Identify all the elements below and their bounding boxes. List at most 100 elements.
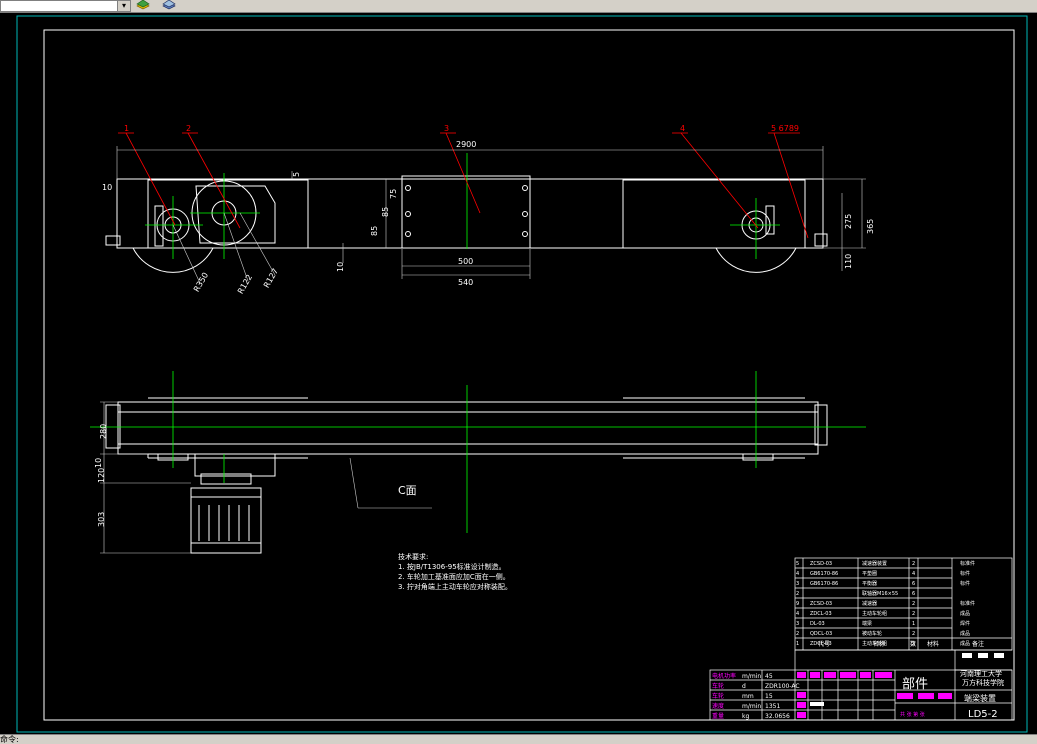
dim-75: 75 bbox=[389, 189, 398, 199]
bom-qty: 1 bbox=[912, 621, 915, 627]
param-rows: 电机功率 m/min 45 车轮 d ZDR100-AC 车轮 mm 15 速度 m/min 1351… bbox=[712, 672, 800, 720]
bom-no: 3 bbox=[796, 621, 799, 627]
bom-no: 3 bbox=[796, 581, 799, 587]
bom-header-code: 代号 bbox=[818, 640, 830, 648]
part-label-5: 5 6789 bbox=[771, 124, 799, 133]
toolbar: ▾ bbox=[0, 0, 1037, 13]
bom-code: GB6170-86 bbox=[810, 581, 838, 587]
bom-header-material: 材料 bbox=[927, 640, 939, 648]
bom-header-qty: 数 bbox=[910, 640, 916, 648]
bom-name: 端梁 bbox=[862, 620, 872, 627]
note-2: 2. 车轮加工基准面应加C面在一侧。 bbox=[398, 572, 510, 581]
bom-code: DL-03 bbox=[810, 621, 825, 627]
dim-500: 500 bbox=[458, 257, 473, 266]
bom-header-note: 备注 bbox=[972, 640, 984, 648]
part-label-4: 4 bbox=[680, 124, 685, 133]
section-leader bbox=[349, 457, 432, 509]
param-unit: d bbox=[742, 683, 746, 690]
param-label: 车轮 bbox=[712, 692, 724, 700]
sheet-count: 共 张 第 张 bbox=[900, 711, 925, 718]
dim-85b: 85 bbox=[381, 207, 390, 217]
dim-365: 365 bbox=[866, 219, 875, 234]
param-unit: m/min bbox=[742, 703, 761, 710]
bom-code: QDCL-03 bbox=[810, 631, 832, 637]
dim-280: 280 bbox=[99, 424, 108, 439]
dim-10-mid: 10 bbox=[336, 262, 345, 272]
bom-no: 4 bbox=[796, 571, 799, 577]
bom-code: ZCSD-03 bbox=[810, 601, 832, 607]
bom-note: 标准件 bbox=[960, 560, 975, 567]
dim-r127: R127 bbox=[262, 267, 280, 290]
bom-rows: 5 ZCSD-03 减速器装置 2 标准件 4 GB6170-86 平垫圈 4 标件 3 GB6170… bbox=[796, 560, 975, 647]
dim-r350: R350 bbox=[192, 271, 210, 294]
param-value: 1351 bbox=[765, 703, 780, 710]
dim-10: 10 bbox=[94, 458, 103, 468]
bom-qty: 2 bbox=[912, 561, 915, 567]
param-label: 车轮 bbox=[712, 682, 724, 690]
layer-properties-icon[interactable] bbox=[162, 0, 176, 10]
param-unit: kg bbox=[742, 713, 749, 720]
dim-540: 540 bbox=[458, 278, 473, 287]
param-value: 15 bbox=[765, 693, 773, 700]
bom-note: 标件 bbox=[960, 570, 970, 577]
bom-qty: 2 bbox=[912, 611, 915, 617]
viewport-border bbox=[16, 15, 1028, 733]
dim-275: 275 bbox=[844, 214, 853, 229]
section-label: C面 bbox=[398, 484, 417, 497]
technical-notes: 技术要求: 1. 按JB/T1306-95标准设计制造。 2. 车轮加工基准面应… bbox=[398, 552, 512, 591]
bom-note: 标准件 bbox=[960, 600, 975, 607]
bom-qty: 6 bbox=[912, 581, 915, 587]
param-label: 速度 bbox=[712, 702, 724, 710]
bom-name: 平垫圈 bbox=[862, 570, 877, 577]
bom-code: ZDCL-03 bbox=[810, 611, 832, 617]
bom-qty: 2 bbox=[912, 601, 915, 607]
bom-note: 成品 bbox=[960, 640, 970, 647]
param-value: 45 bbox=[765, 673, 773, 680]
part-name: 端梁装置 bbox=[964, 693, 996, 703]
part-label-group: 1 2 3 4 5 6789 bbox=[124, 124, 799, 133]
layer-icon[interactable] bbox=[136, 0, 150, 10]
param-value: 32.0656 bbox=[765, 713, 790, 720]
bom-no: 1 bbox=[796, 641, 799, 647]
bom-name: 联轴器M16×55 bbox=[862, 590, 898, 597]
bom-qty: 6 bbox=[912, 591, 915, 597]
drawing-number: LD5-2 bbox=[968, 709, 998, 720]
school-name: 河南理工大学 bbox=[960, 669, 1002, 678]
param-label: 电机功率 bbox=[712, 672, 736, 680]
note-1: 1. 按JB/T1306-95标准设计制造。 bbox=[398, 562, 506, 571]
chevron-down-icon[interactable]: ▾ bbox=[117, 0, 131, 12]
param-unit: mm bbox=[742, 693, 754, 700]
drawing-kind: 部件 bbox=[902, 677, 928, 692]
plan-view bbox=[105, 397, 828, 554]
dim-303: 303 bbox=[97, 512, 106, 527]
bom-note: 标件 bbox=[960, 580, 970, 587]
part-label-2: 2 bbox=[186, 124, 191, 133]
dim-5: 5 bbox=[292, 172, 301, 177]
layer-combo[interactable] bbox=[0, 0, 118, 12]
dim-120: 120 bbox=[97, 468, 106, 483]
bom-note: 成品 bbox=[960, 610, 970, 617]
plan-dimension-text: 280 120 10 303 bbox=[94, 424, 108, 527]
dim-2900: 2900 bbox=[456, 140, 476, 149]
bom-no: 9 bbox=[796, 601, 799, 607]
bom-name: 主动车轮组 bbox=[862, 610, 887, 617]
bom-name: 减速器 bbox=[862, 600, 877, 607]
bom-no: 4 bbox=[796, 611, 799, 617]
param-label: 重量 bbox=[712, 712, 724, 720]
plan-dimension-lines bbox=[100, 401, 191, 554]
front-dimension-lines bbox=[116, 146, 866, 279]
param-value: ZDR100-AC bbox=[765, 683, 800, 690]
bom-no: 5 bbox=[796, 561, 799, 567]
bom-no: 2 bbox=[796, 591, 799, 597]
dim-85a: 85 bbox=[370, 226, 379, 236]
bom-qty: 4 bbox=[912, 571, 915, 577]
bom-no: 2 bbox=[796, 631, 799, 637]
bom-name: 减速器装置 bbox=[862, 560, 887, 567]
note-3: 3. 拧对角端上主动车轮应对称装配。 bbox=[398, 582, 512, 591]
dim-r122: R122 bbox=[236, 273, 254, 296]
plan-centerlines bbox=[90, 371, 866, 533]
bom-code: ZCSD-03 bbox=[810, 561, 832, 567]
drawing-canvas[interactable]: 1 2 3 4 5 6789 2900 10 5 10 85 85 75 500… bbox=[0, 13, 1037, 734]
college-name: 万方科技学院 bbox=[962, 678, 1004, 687]
bom-note: 焊件 bbox=[960, 620, 970, 627]
